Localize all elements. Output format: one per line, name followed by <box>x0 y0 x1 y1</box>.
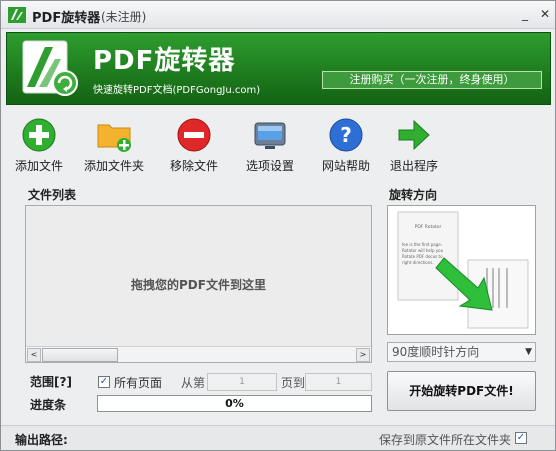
settings-icon <box>254 122 286 149</box>
save-same-folder-label: 保存到原文件所在文件夹 <box>379 433 512 447</box>
scroll-left-button[interactable]: < <box>27 348 41 362</box>
logo-icon <box>22 40 78 96</box>
window-title: PDF旋转器 <box>32 11 101 26</box>
scroll-right-button[interactable]: > <box>356 348 370 362</box>
scroll-thumb[interactable] <box>42 348 118 362</box>
help-label: 网站帮助 <box>321 159 370 173</box>
remove-file-button[interactable]: 移除文件 <box>166 111 222 177</box>
help-icon: ? <box>329 118 363 152</box>
title-bar: PDF旋转器 (未注册) _ ✕ <box>1 1 555 29</box>
settings-button[interactable]: 选项设置 <box>242 111 298 177</box>
exit-icon <box>398 119 430 151</box>
rotation-preview-image: PDF Rotator Iee is the first page. Rotat… <box>397 211 529 329</box>
exit-label: 退出程序 <box>389 159 438 173</box>
exit-button[interactable]: 退出程序 <box>386 111 442 177</box>
app-icon <box>8 7 26 23</box>
preview-line-3: Rotate PDF docus to <box>402 254 443 259</box>
rotation-direction-value: 90度顺时针方向 <box>392 345 480 359</box>
header-banner: PDF旋转器 快速旋转PDF文档(PDFGongJu.com) 注册购买（一次注… <box>6 32 551 105</box>
settings-label: 选项设置 <box>245 159 294 173</box>
minimize-button[interactable]: _ <box>516 5 534 23</box>
progress-value: 0% <box>225 397 244 410</box>
start-rotate-button[interactable]: 开始旋转PDF文件! <box>387 371 536 411</box>
all-pages-checkbox[interactable]: ✓ <box>98 376 110 388</box>
to-page-label: 页到 <box>281 376 306 390</box>
register-button[interactable]: 注册购买（一次注册，终身使用） <box>322 71 542 89</box>
progress-bar: 0% <box>97 395 372 412</box>
preview-caption: PDF Rotator <box>415 224 442 230</box>
svg-text:?: ? <box>340 123 352 147</box>
brand-title: PDF旋转器 <box>93 46 236 76</box>
from-page-label: 从第 <box>181 376 206 390</box>
range-label[interactable]: 范围[?] <box>30 373 72 390</box>
registration-status: (未注册) <box>101 10 147 24</box>
brand-tagline: 快速旋转PDF文档(PDFGongJu.com) <box>93 85 261 96</box>
remove-file-label: 移除文件 <box>169 159 218 173</box>
rotation-title: 旋转方向 <box>389 188 438 202</box>
add-folder-label: 添加文件夹 <box>83 159 144 173</box>
from-page-input[interactable]: 1 <box>207 373 277 391</box>
rotation-preview: PDF Rotator Iee is the first page. Rotat… <box>387 205 536 335</box>
help-button[interactable]: ? 网站帮助 <box>318 111 374 177</box>
save-same-folder-checkbox[interactable]: ✓ <box>515 432 527 444</box>
remove-file-icon <box>177 118 211 152</box>
app-window: PDF旋转器 (未注册) _ ✕ PDF旋转器 快速旋转PDF文档(PDFGon… <box>0 0 556 451</box>
add-folder-button[interactable]: 添加文件夹 <box>82 111 146 177</box>
add-file-icon <box>22 118 56 152</box>
all-pages-label: 所有页面 <box>114 376 163 390</box>
rotation-direction-select[interactable]: 90度顺时针方向 ▼ <box>387 342 536 362</box>
chevron-down-icon: ▼ <box>525 347 532 357</box>
close-button[interactable]: ✕ <box>536 5 554 23</box>
add-folder-icon <box>97 124 131 152</box>
file-list[interactable]: 拖拽您的PDF文件到这里 < > <box>25 205 372 363</box>
file-list-title: 文件列表 <box>28 188 77 202</box>
preview-line-2: Rotator will help you <box>402 248 444 253</box>
add-file-label: 添加文件 <box>14 159 63 173</box>
add-file-button[interactable]: 添加文件 <box>14 111 64 177</box>
horizontal-scrollbar[interactable]: < > <box>26 346 371 362</box>
preview-line-1: Iee is the first page. <box>402 242 442 247</box>
progress-label: 进度条 <box>30 398 67 412</box>
to-page-input[interactable]: 1 <box>305 373 372 391</box>
preview-line-4: right directions. <box>402 260 434 265</box>
drop-hint: 拖拽您的PDF文件到这里 <box>131 278 266 292</box>
toolbar: 添加文件 添加文件夹 移除文件 选项设置 ? 网站帮助 退出程序 <box>6 111 551 177</box>
output-path-label: 输出路径: <box>15 433 68 447</box>
status-bar: 输出路径: 保存到原文件所在文件夹 ✓ <box>1 425 555 450</box>
